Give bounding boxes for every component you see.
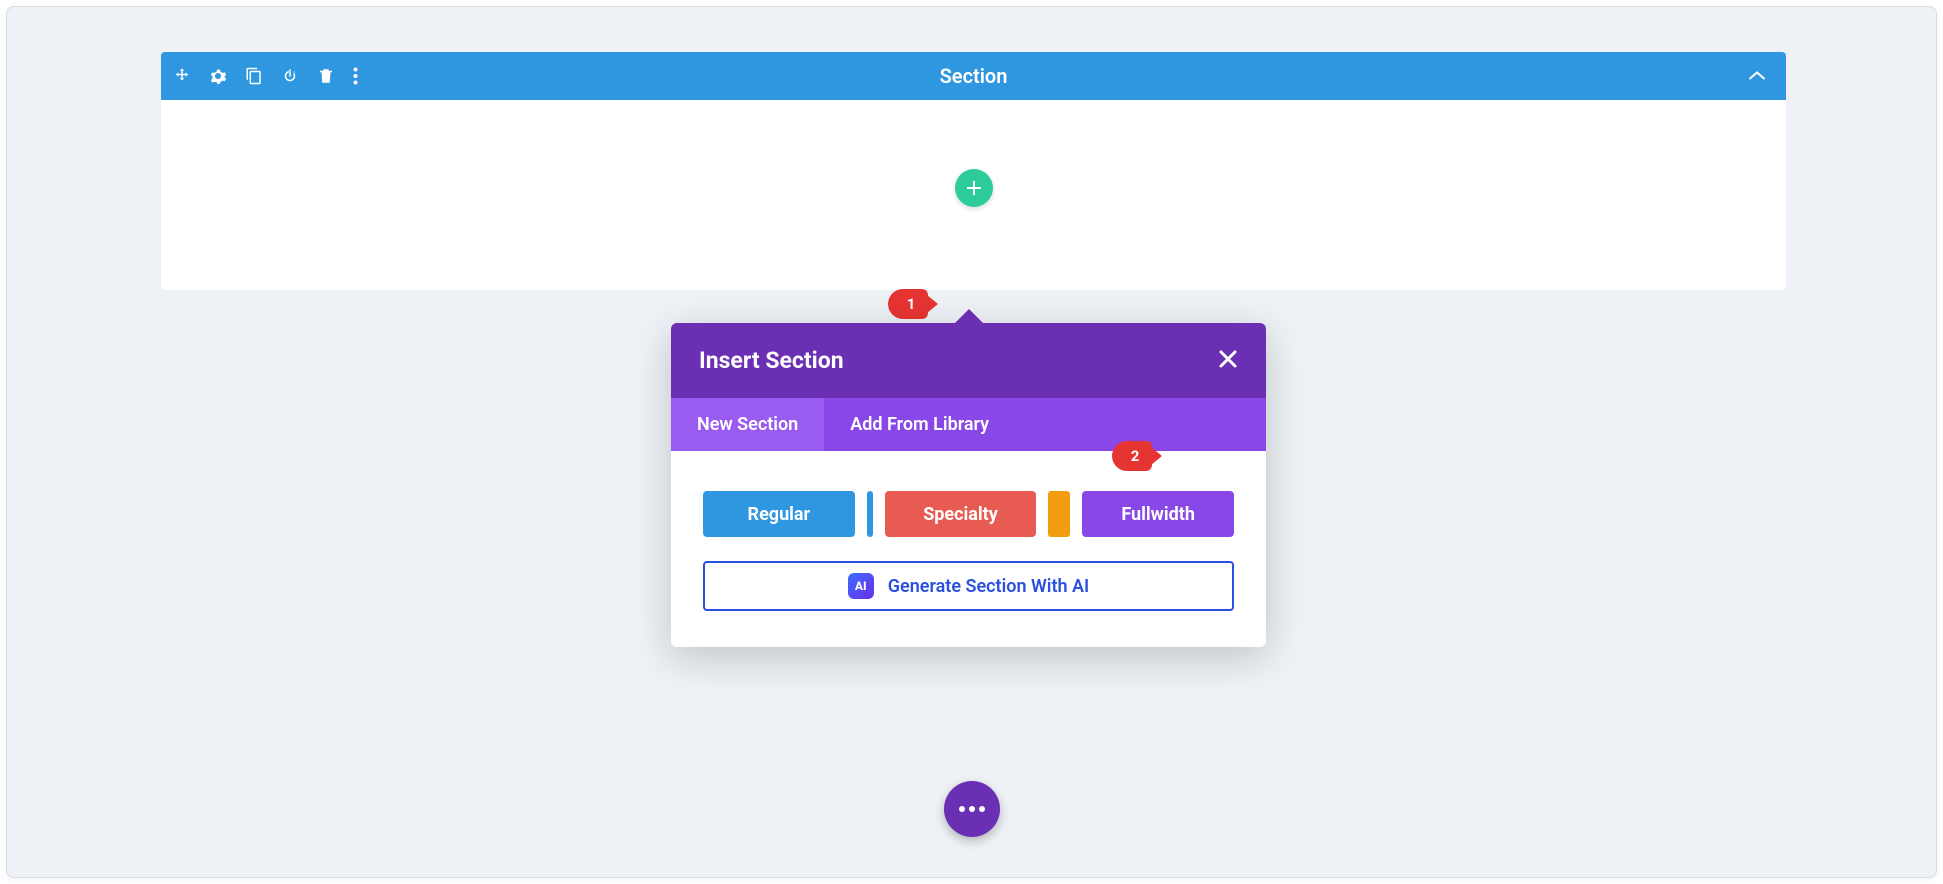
- close-icon[interactable]: [1218, 349, 1238, 373]
- section-type-row: Regular Specialty Fullwidth: [703, 491, 1234, 537]
- section-type-fullwidth[interactable]: Fullwidth: [1082, 491, 1234, 537]
- specialty-accent: [1048, 491, 1070, 537]
- trash-icon[interactable]: [317, 67, 335, 85]
- insert-section-modal: Insert Section New Section Add From Libr…: [671, 323, 1266, 647]
- collapse-icon[interactable]: [1748, 67, 1766, 86]
- dot-icon: [969, 806, 975, 812]
- add-row-button[interactable]: [955, 169, 993, 207]
- duplicate-icon[interactable]: [245, 67, 263, 85]
- section-block: Section: [161, 52, 1786, 290]
- section-toolbar: [173, 67, 358, 85]
- generate-ai-button[interactable]: AI Generate Section With AI: [703, 561, 1234, 611]
- annotation-marker-2: 2: [1112, 441, 1152, 471]
- page-settings-button[interactable]: [944, 781, 1000, 837]
- section-header[interactable]: Section: [161, 52, 1786, 100]
- dot-icon: [959, 806, 965, 812]
- annotation-number: 1: [907, 295, 916, 313]
- builder-canvas: Section 1 Insert Section: [6, 6, 1937, 878]
- annotation-marker-1: 1: [888, 289, 928, 319]
- section-body: [161, 100, 1786, 290]
- modal-header: Insert Section: [671, 323, 1266, 398]
- annotation-number: 2: [1131, 447, 1140, 465]
- section-type-regular[interactable]: Regular: [703, 491, 855, 537]
- section-title: Section: [161, 64, 1786, 88]
- more-icon[interactable]: [353, 67, 358, 85]
- power-icon[interactable]: [281, 67, 299, 85]
- modal-title: Insert Section: [699, 347, 844, 374]
- gear-icon[interactable]: [209, 67, 227, 85]
- generate-ai-label: Generate Section With AI: [888, 576, 1089, 597]
- dot-icon: [979, 806, 985, 812]
- section-type-specialty[interactable]: Specialty: [885, 491, 1037, 537]
- ai-badge-icon: AI: [848, 573, 874, 599]
- regular-accent: [867, 491, 873, 537]
- move-icon[interactable]: [173, 67, 191, 85]
- tab-new-section[interactable]: New Section: [671, 398, 824, 451]
- tab-add-from-library[interactable]: Add From Library: [824, 398, 1015, 451]
- modal-body: Regular Specialty Fullwidth AI Generate …: [671, 451, 1266, 647]
- modal-tabs: New Section Add From Library: [671, 398, 1266, 451]
